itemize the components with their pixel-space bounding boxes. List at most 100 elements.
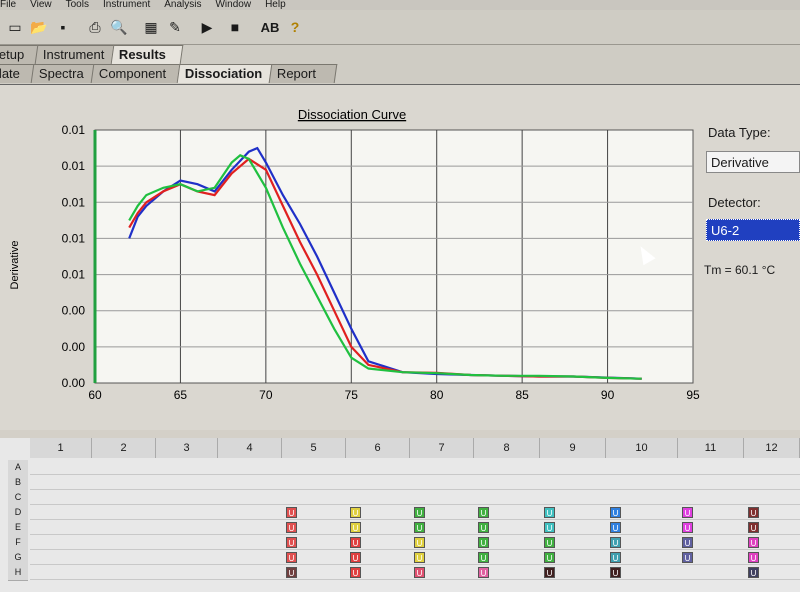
plate-row-header[interactable]: A — [8, 460, 28, 476]
plate-well[interactable]: U — [414, 567, 425, 578]
top-tab-row: etup Instrument Results — [0, 45, 800, 64]
tab-instrument[interactable]: Instrument — [34, 45, 122, 64]
plate-well[interactable]: U — [478, 567, 489, 578]
plate-well[interactable]: U — [748, 537, 759, 548]
menu-item-analysis[interactable]: Analysis — [164, 0, 201, 10]
detector-select[interactable]: U6-2 — [706, 219, 800, 241]
x-tick-label: 80 — [430, 388, 444, 402]
print-preview-icon[interactable]: 🔍 — [108, 16, 130, 38]
plate-well[interactable]: U — [350, 537, 361, 548]
plate-well[interactable]: U — [682, 552, 693, 563]
plate-row-header[interactable]: B — [8, 475, 28, 491]
plate-well[interactable]: U — [286, 552, 297, 563]
tab-report[interactable]: Report — [268, 64, 338, 83]
plate-well[interactable]: U — [478, 537, 489, 548]
plate-column-header[interactable]: 3 — [156, 438, 218, 458]
plate-column-header[interactable]: 1 — [30, 438, 92, 458]
y-tick-label: 0.01 — [62, 123, 86, 137]
new-file-icon[interactable]: ▭ — [4, 16, 26, 38]
plate-row-divider — [30, 519, 800, 520]
tab-component[interactable]: Component — [90, 64, 188, 83]
plate-well[interactable]: U — [350, 552, 361, 563]
plate-well[interactable]: U — [286, 567, 297, 578]
x-tick-label: 95 — [686, 388, 700, 402]
plate-well[interactable]: U — [478, 507, 489, 518]
results-tab-row: late Spectra Component Dissociation Repo… — [0, 64, 800, 85]
menu-item-file[interactable]: File — [0, 0, 16, 10]
tab-results[interactable]: Results — [110, 45, 184, 64]
print-icon[interactable]: ⎙ — [84, 16, 106, 38]
y-tick-label: 0.00 — [62, 340, 86, 354]
plate-row-header[interactable]: D — [8, 505, 28, 521]
plate-column-header[interactable]: 6 — [346, 438, 410, 458]
plate-row-header[interactable]: C — [8, 490, 28, 506]
plate-well[interactable]: U — [286, 522, 297, 533]
plate-well[interactable]: U — [414, 507, 425, 518]
y-tick-label: 0.01 — [62, 231, 86, 245]
plate-row-header[interactable]: F — [8, 535, 28, 551]
plot-area — [94, 129, 694, 384]
menu-item-tools[interactable]: Tools — [66, 0, 89, 10]
menu-item-window[interactable]: Window — [215, 0, 251, 10]
plate-well[interactable]: U — [610, 522, 621, 533]
plate-column-header[interactable]: 11 — [678, 438, 744, 458]
plate-column-header[interactable]: 4 — [218, 438, 282, 458]
grid-edit-icon[interactable]: ✎ — [164, 16, 186, 38]
menu-item-view[interactable]: View — [30, 0, 52, 10]
plate-row-header[interactable]: E — [8, 520, 28, 536]
plate-well[interactable]: U — [414, 522, 425, 533]
y-tick-label: 0.00 — [62, 304, 86, 318]
help-icon[interactable]: ? — [284, 16, 306, 38]
plate-well[interactable]: U — [748, 522, 759, 533]
plate-well[interactable]: U — [478, 552, 489, 563]
plate-well[interactable]: U — [544, 567, 555, 578]
tab-dissociation[interactable]: Dissociation — [176, 64, 278, 83]
open-folder-icon[interactable]: 📂 — [28, 16, 50, 38]
plate-column-header[interactable]: 10 — [606, 438, 678, 458]
plate-well[interactable]: U — [286, 507, 297, 518]
plate-row-divider — [30, 474, 800, 475]
plate-well[interactable]: U — [610, 537, 621, 548]
ab-icon[interactable]: AB — [258, 16, 282, 38]
plate-well[interactable]: U — [544, 522, 555, 533]
plate-well[interactable]: U — [286, 537, 297, 548]
menu-item-help[interactable]: Help — [265, 0, 286, 10]
x-tick-label: 85 — [515, 388, 529, 402]
plate-row-header[interactable]: G — [8, 550, 28, 566]
plate-well[interactable]: U — [748, 567, 759, 578]
plate-well[interactable]: U — [682, 507, 693, 518]
stop-icon[interactable]: ■ — [224, 16, 246, 38]
plate-well[interactable]: U — [610, 552, 621, 563]
plate-column-header[interactable]: 7 — [410, 438, 474, 458]
dissociation-chart: 60 65 70 75 80 85 90 95 0.01 0.01 0.01 0.01 0.01 0.00… — [9, 107, 700, 430]
plate-well[interactable]: U — [478, 522, 489, 533]
plate-column-header[interactable]: 2 — [92, 438, 156, 458]
plate-column-header[interactable]: 8 — [474, 438, 540, 458]
plate-column-header[interactable]: 12 — [744, 438, 800, 458]
plate-well[interactable]: U — [544, 537, 555, 548]
tab-spectra[interactable]: Spectra — [30, 64, 100, 83]
analyze-icon[interactable]: ▦ — [140, 16, 162, 38]
plate-well[interactable]: U — [544, 552, 555, 563]
plate-well[interactable]: U — [610, 507, 621, 518]
plate-well[interactable]: U — [682, 537, 693, 548]
plate-well[interactable]: U — [350, 567, 361, 578]
plate-well[interactable]: U — [610, 567, 621, 578]
plate-column-header[interactable]: 9 — [540, 438, 606, 458]
plate-well[interactable]: U — [748, 507, 759, 518]
plate-well[interactable]: U — [350, 507, 361, 518]
plate-row-divider — [30, 579, 800, 580]
plate-well[interactable]: U — [414, 552, 425, 563]
plate-column-header[interactable]: 5 — [282, 438, 346, 458]
menu-item-instrument[interactable]: Instrument — [103, 0, 150, 10]
data-type-select[interactable]: Derivative — [706, 151, 800, 173]
plate-well[interactable]: U — [414, 537, 425, 548]
run-icon[interactable]: ▶ — [196, 16, 218, 38]
plate-row-header[interactable]: H — [8, 565, 28, 581]
plate-well[interactable]: U — [748, 552, 759, 563]
plate-well[interactable]: U — [682, 522, 693, 533]
plate-well[interactable]: U — [544, 507, 555, 518]
save-icon[interactable]: ▪ — [52, 16, 74, 38]
x-tick-label: 90 — [601, 388, 615, 402]
plate-well[interactable]: U — [350, 522, 361, 533]
